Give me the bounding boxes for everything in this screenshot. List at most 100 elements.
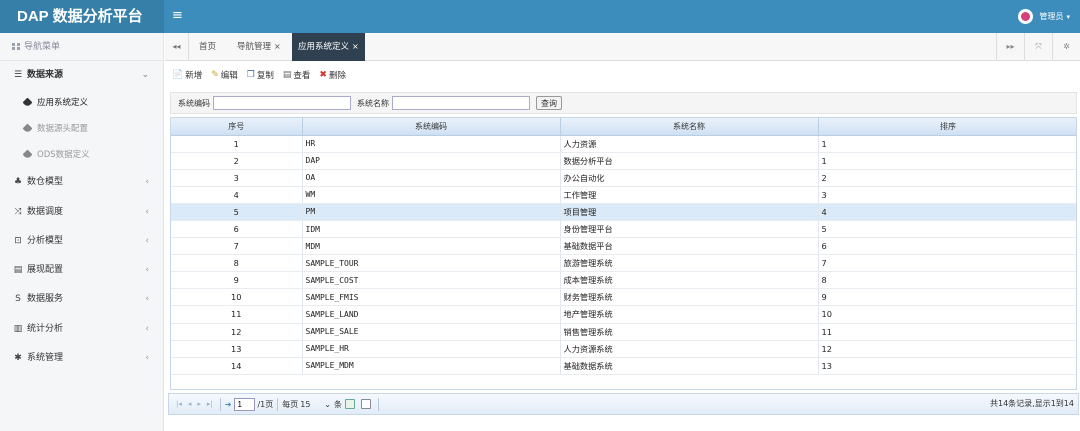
first-page-button[interactable]: |◂ xyxy=(176,400,182,408)
table-cell: 5 xyxy=(818,220,1076,239)
table-cell: 7 xyxy=(171,237,303,256)
table-row[interactable]: 12 SAMPLE_SALE 销售管理系统 11 xyxy=(171,323,1076,341)
table-cell: MDM xyxy=(302,237,561,256)
goto-page-icon[interactable]: ➜ xyxy=(225,400,232,409)
sidebar-subitem-0[interactable]: 应用系统定义 xyxy=(0,90,163,116)
table-row[interactable]: 7 MDM 基础数据平台 6 xyxy=(171,237,1076,256)
grid-icon xyxy=(12,43,20,50)
system-name-input[interactable] xyxy=(392,96,530,110)
system-code-input[interactable] xyxy=(213,96,351,110)
last-page-button[interactable]: ▸| xyxy=(207,400,213,408)
grid-header-row: 序号 系统编码 系统名称 排序 xyxy=(171,118,1076,136)
film-icon: ▤ xyxy=(13,265,23,276)
sidebar-item-5[interactable]: S 数据服务 ‹ xyxy=(0,285,163,314)
table-cell: 4 xyxy=(171,186,303,204)
sidebar-subitem-1[interactable]: 数据源头配置 xyxy=(0,116,163,142)
table-row[interactable]: 10 SAMPLE_FMIS 财务管理系统 9 xyxy=(171,288,1076,307)
close-icon[interactable]: × xyxy=(274,42,281,51)
table-cell: OA xyxy=(302,169,561,187)
tab-label: 首页 xyxy=(199,42,217,52)
sidebar-item-0[interactable]: ☰ 数据来源 ⌄ xyxy=(0,61,163,90)
menu-toggle-icon[interactable]: ≡ xyxy=(172,8,183,24)
table-row[interactable]: 11 SAMPLE_LAND 地产管理系统 10 xyxy=(171,305,1076,324)
tab-scroll-left-button[interactable]: ◂◂ xyxy=(165,33,189,61)
table-row[interactable]: 2 DAP 数据分析平台 1 xyxy=(171,152,1076,170)
table-row[interactable]: 13 SAMPLE_HR 人力资源系统 12 xyxy=(171,340,1076,358)
data-grid: 序号 系统编码 系统名称 排序 1 HR 人力资源 1 2 DAP 数据分析平台 1 3 OA 办公自动化… xyxy=(170,117,1077,390)
tab-scroll-right-button[interactable]: ▸▸ xyxy=(996,33,1024,61)
page-number-input[interactable] xyxy=(234,397,256,411)
sidebar-item-3[interactable]: ⊡ 分析模型 ‹ xyxy=(0,227,163,256)
chevron-down-icon: ⌄ xyxy=(324,399,331,409)
toolbar-button-0[interactable]: 📄 新增 xyxy=(172,69,202,81)
table-row[interactable]: 1 HR 人力资源 1 xyxy=(171,135,1076,153)
add-icon: 📄 xyxy=(172,70,184,80)
toolbar-button-label: 查看 xyxy=(293,71,311,81)
next-page-button[interactable]: ▸ xyxy=(197,400,201,408)
query-button[interactable]: 查询 xyxy=(536,96,562,110)
table-cell: 基础数据平台 xyxy=(560,237,819,256)
table-row[interactable]: 14 SAMPLE_MDM 基础数据系统 13 xyxy=(171,357,1076,375)
system-code-label: 系统编码 xyxy=(178,98,210,108)
tab-2[interactable]: 应用系统定义 × xyxy=(292,33,365,61)
fullscreen-icon[interactable]: ⤧ xyxy=(1024,33,1052,61)
table-row[interactable]: 5 PM 项目管理 4 xyxy=(171,203,1076,221)
table-row[interactable]: 9 SAMPLE_COST 成本管理系统 8 xyxy=(171,271,1076,290)
chevron-icon: ‹ xyxy=(145,294,149,305)
sidebar-subitem-label: 数据源头配置 xyxy=(37,124,89,135)
table-row[interactable]: 4 WM 工作管理 3 xyxy=(171,186,1076,204)
column-header[interactable]: 排序 xyxy=(818,118,1076,136)
sidebar-submenu: 应用系统定义数据源头配置 ODS数据定义 xyxy=(0,90,163,169)
export-doc-icon[interactable] xyxy=(360,399,371,409)
table-row[interactable]: 6 IDM 身份管理平台 5 xyxy=(171,220,1076,239)
sidebar-item-label: 分析模型 xyxy=(27,235,64,246)
table-cell: 6 xyxy=(818,237,1076,256)
table-row[interactable]: 8 SAMPLE_TOUR 旅游管理系统 7 xyxy=(171,254,1076,273)
column-header[interactable]: 系统编码 xyxy=(302,118,561,136)
sidebar-item-2[interactable]: ⤨ 数据调度 ‹ xyxy=(0,198,163,227)
cubes-icon: ♣ xyxy=(13,177,23,188)
export-excel-icon[interactable] xyxy=(344,399,355,409)
table-cell: SAMPLE_HR xyxy=(302,340,561,358)
sidebar-subitem-2[interactable]: ODS数据定义 xyxy=(0,142,163,168)
sidebar-item-7[interactable]: ✱ 系统管理 ‹ xyxy=(0,344,163,373)
table-cell: SAMPLE_COST xyxy=(302,271,561,290)
search-panel: 系统编码 系统名称 查询 xyxy=(170,92,1077,114)
column-header[interactable]: 序号 xyxy=(171,118,303,136)
sidebar-item-6[interactable]: ▥ 统计分析 ‹ xyxy=(0,315,163,344)
table-row[interactable]: 3 OA 办公自动化 2 xyxy=(171,169,1076,187)
sidebar-item-label: 数据调度 xyxy=(27,206,64,217)
toolbar-button-4[interactable]: ✖ 删除 xyxy=(319,69,346,81)
toolbar-button-3[interactable]: ▤ 查看 xyxy=(283,69,311,81)
table-cell: SAMPLE_MDM xyxy=(302,357,561,375)
table-cell: 销售管理系统 xyxy=(560,323,819,341)
chevron-icon: ‹ xyxy=(145,206,149,217)
chevron-icon: ‹ xyxy=(145,323,149,334)
avatar xyxy=(1018,9,1034,24)
shuffle-icon: ⤨ xyxy=(14,206,22,217)
model-icon: ⊡ xyxy=(14,235,22,246)
close-icon[interactable]: × xyxy=(352,42,359,51)
table-cell: 8 xyxy=(818,271,1076,290)
toolbar-button-1[interactable]: ✎ 编辑 xyxy=(211,69,238,81)
table-cell: 10 xyxy=(818,305,1076,324)
toolbar-button-label: 编辑 xyxy=(220,71,238,81)
table-cell: 旅游管理系统 xyxy=(560,254,819,273)
sidebar-title: 导航菜单 xyxy=(0,33,163,61)
user-menu[interactable]: 管理员 ▾ xyxy=(1018,7,1070,26)
tab-0[interactable]: 首页 xyxy=(193,33,222,61)
table-cell: 8 xyxy=(171,254,303,273)
column-header[interactable]: 系统名称 xyxy=(560,118,819,136)
prev-page-button[interactable]: ◂ xyxy=(188,400,192,408)
sidebar-item-4[interactable]: ▤ 展现配置 ‹ xyxy=(0,256,163,285)
table-cell: 10 xyxy=(171,288,303,307)
tab-1[interactable]: 导航管理 × xyxy=(231,33,287,61)
table-cell: WM xyxy=(302,186,561,204)
sidebar: 导航菜单 ☰ 数据来源 ⌄ 应用系统定义数据源头配置 ODS数据定义 ♣ 数仓模型 ‹ ⤨ 数据调… xyxy=(0,33,164,431)
settings-icon[interactable]: ✲ xyxy=(1052,33,1080,61)
pager-divider xyxy=(277,397,279,411)
toolbar-button-2[interactable]: ❐ 复制 xyxy=(247,69,274,81)
per-page-select[interactable]: 15 ⌄ xyxy=(300,398,331,411)
pager-divider xyxy=(219,397,221,411)
sidebar-item-1[interactable]: ♣ 数仓模型 ‹ xyxy=(0,168,163,197)
